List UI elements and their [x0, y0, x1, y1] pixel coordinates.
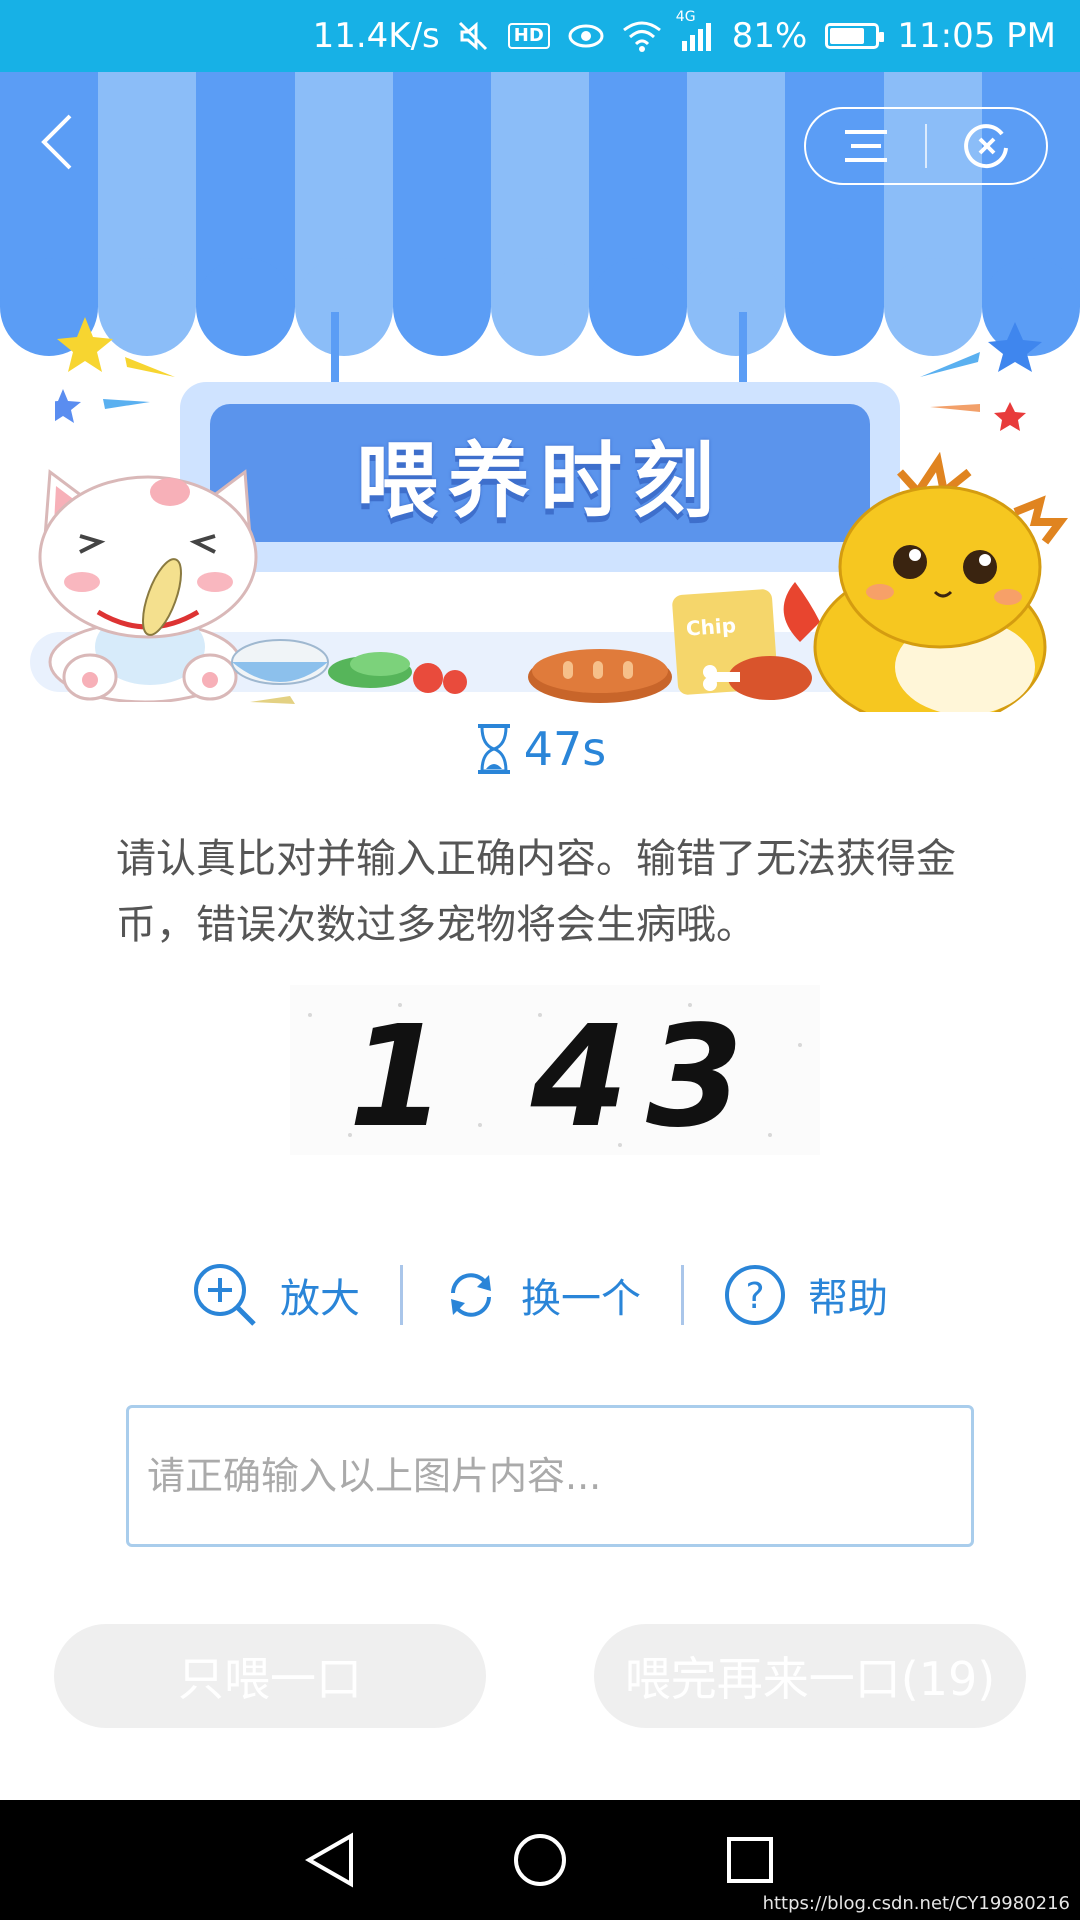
chevron-left-icon: [41, 114, 72, 170]
captcha-input[interactable]: [129, 1408, 971, 1544]
refresh-captcha-button[interactable]: 换一个: [443, 1266, 641, 1324]
awning-scallop: [785, 257, 884, 357]
triangle-back-icon: [305, 1832, 353, 1888]
awning-scallop: [687, 257, 786, 357]
feed-again-button[interactable]: 喂完再来一口(19): [594, 1624, 1026, 1728]
wifi-icon: [622, 20, 662, 52]
hourglass-icon: [477, 724, 510, 774]
awning-scallop: [392, 257, 491, 357]
battery-percent: 81%: [731, 16, 808, 56]
watermark: https://blog.csdn.net/CY19980216: [762, 1893, 1070, 1914]
network-type: 4G: [675, 9, 696, 25]
captcha-image: 1 43: [290, 985, 820, 1155]
help-icon: ?: [725, 1265, 785, 1325]
awning-scallop: [294, 257, 393, 357]
refresh-label: 换一个: [521, 1276, 641, 1322]
tool-divider: [400, 1265, 403, 1325]
menu-button[interactable]: [806, 109, 925, 183]
close-circle-icon: [963, 124, 1008, 169]
nav-back-button[interactable]: [300, 1830, 360, 1890]
nav-home-button[interactable]: [510, 1830, 570, 1890]
nav-recents-button[interactable]: [720, 1830, 780, 1890]
mute-icon: [458, 20, 490, 52]
dragon-mascot: [783, 452, 1068, 712]
refresh-icon: [451, 1273, 491, 1317]
zoom-label: 放大: [280, 1276, 360, 1322]
battery-fill: [830, 28, 864, 44]
mini-app-capsule: [804, 107, 1048, 185]
clock: 11:05 PM: [897, 16, 1056, 56]
zoom-in-icon: [194, 1264, 256, 1326]
status-bar: 11.4K/s HD 4G 81% 11:05 PM: [0, 0, 1080, 72]
close-button[interactable]: [927, 109, 1046, 183]
help-label: 帮助: [808, 1276, 888, 1322]
captcha-input-box: [126, 1405, 974, 1547]
sign-post-right: [739, 312, 747, 392]
hd-badge: HD: [507, 23, 550, 49]
captcha-text: 1 43: [349, 996, 762, 1155]
vegetables-and-bowl: [231, 639, 467, 704]
countdown-timer: 47s: [0, 722, 1080, 776]
tool-divider: [681, 1265, 684, 1325]
signal-icon: 4G: [676, 9, 714, 51]
square-recents-icon: [727, 1837, 773, 1883]
battery-icon: [825, 23, 885, 49]
timer-value: 47s: [523, 722, 607, 776]
help-button[interactable]: ? 帮助: [724, 1264, 888, 1326]
stars-decoration-right: [920, 322, 1042, 431]
sign-title: 喂养时刻: [355, 433, 724, 529]
menu-icon: [844, 130, 887, 162]
eye-icon: [568, 22, 604, 50]
svg-text:?: ?: [745, 1276, 764, 1317]
network-speed: 11.4K/s: [312, 16, 440, 56]
feeding-header: 喂养时刻 Chip: [0, 72, 1080, 712]
system-nav-bar: https://blog.csdn.net/CY19980216: [0, 1800, 1080, 1920]
awning-scallop: [490, 257, 590, 357]
bread-icon: [528, 649, 672, 703]
awning-scallop: [589, 257, 688, 357]
sign-post-left: [331, 312, 339, 392]
captcha-tools: 放大 换一个 ? 帮助: [0, 1255, 1080, 1335]
instructions-text: 请认真比对并输入正确内容。输错了无法获得金币，错误次数过多宠物将会生病哦。: [116, 836, 956, 948]
feed-once-button[interactable]: 只喂一口: [54, 1624, 486, 1728]
circle-home-icon: [514, 1834, 566, 1886]
back-button[interactable]: [38, 112, 78, 172]
zoom-button[interactable]: 放大: [192, 1262, 360, 1328]
